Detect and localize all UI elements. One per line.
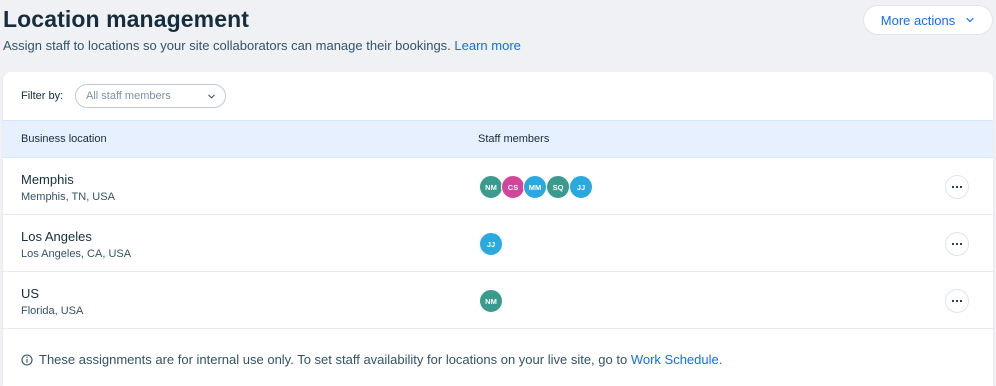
location-address: Memphis, TN, USA <box>21 191 115 203</box>
locations-card: Filter by: All staff members Business lo… <box>3 72 993 386</box>
page-subtitle: Assign staff to locations so your site c… <box>3 38 521 53</box>
location-address: Florida, USA <box>21 305 84 317</box>
learn-more-link[interactable]: Learn more <box>454 38 520 53</box>
page-title: Location management <box>3 6 249 32</box>
work-schedule-link[interactable]: Work Schedule. <box>631 352 723 367</box>
staff-filter-value: All staff members <box>86 90 171 102</box>
footer-note-text: These assignments are for internal use o… <box>39 352 631 367</box>
avatar[interactable]: NM <box>479 175 503 199</box>
avatar[interactable]: CS <box>501 175 525 199</box>
avatar[interactable]: JJ <box>479 232 503 256</box>
table-row: US Florida, USA NM <box>3 272 993 329</box>
staff-filter-dropdown[interactable]: All staff members <box>75 84 226 108</box>
more-actions-button[interactable]: More actions <box>863 5 993 35</box>
location-name: Los Angeles <box>21 229 92 244</box>
page-subtitle-text: Assign staff to locations so your site c… <box>3 38 455 53</box>
avatar[interactable]: MM <box>523 175 547 199</box>
more-actions-label: More actions <box>880 12 956 28</box>
location-name: Memphis <box>21 172 74 187</box>
location-name: US <box>21 286 40 301</box>
chevron-down-icon <box>965 15 975 25</box>
column-header-business-location: Business location <box>21 133 107 145</box>
table-row: Los Angeles Los Angeles, CA, USA JJ <box>3 215 993 272</box>
chevron-down-icon <box>207 92 216 101</box>
avatar[interactable]: NM <box>479 289 503 313</box>
footer-note: These assignments are for internal use o… <box>21 352 722 367</box>
table-row: Memphis Memphis, TN, USA NM CS MM SQ JJ <box>3 158 993 215</box>
more-horizontal-icon <box>951 185 963 189</box>
filter-label: Filter by: <box>21 90 64 102</box>
avatar[interactable]: SQ <box>546 175 570 199</box>
column-header-staff-members: Staff members <box>478 133 550 145</box>
row-more-actions-button[interactable] <box>945 232 969 256</box>
page-header: Location management Assign staff to loca… <box>0 0 996 72</box>
more-horizontal-icon <box>951 299 963 303</box>
info-icon <box>21 353 33 366</box>
filter-bar: Filter by: All staff members <box>3 72 993 120</box>
row-more-actions-button[interactable] <box>945 175 969 199</box>
table-header: Business location Staff members <box>3 120 993 158</box>
avatar[interactable]: JJ <box>569 175 593 199</box>
row-more-actions-button[interactable] <box>945 289 969 313</box>
more-horizontal-icon <box>951 242 963 246</box>
location-address: Los Angeles, CA, USA <box>21 248 132 260</box>
